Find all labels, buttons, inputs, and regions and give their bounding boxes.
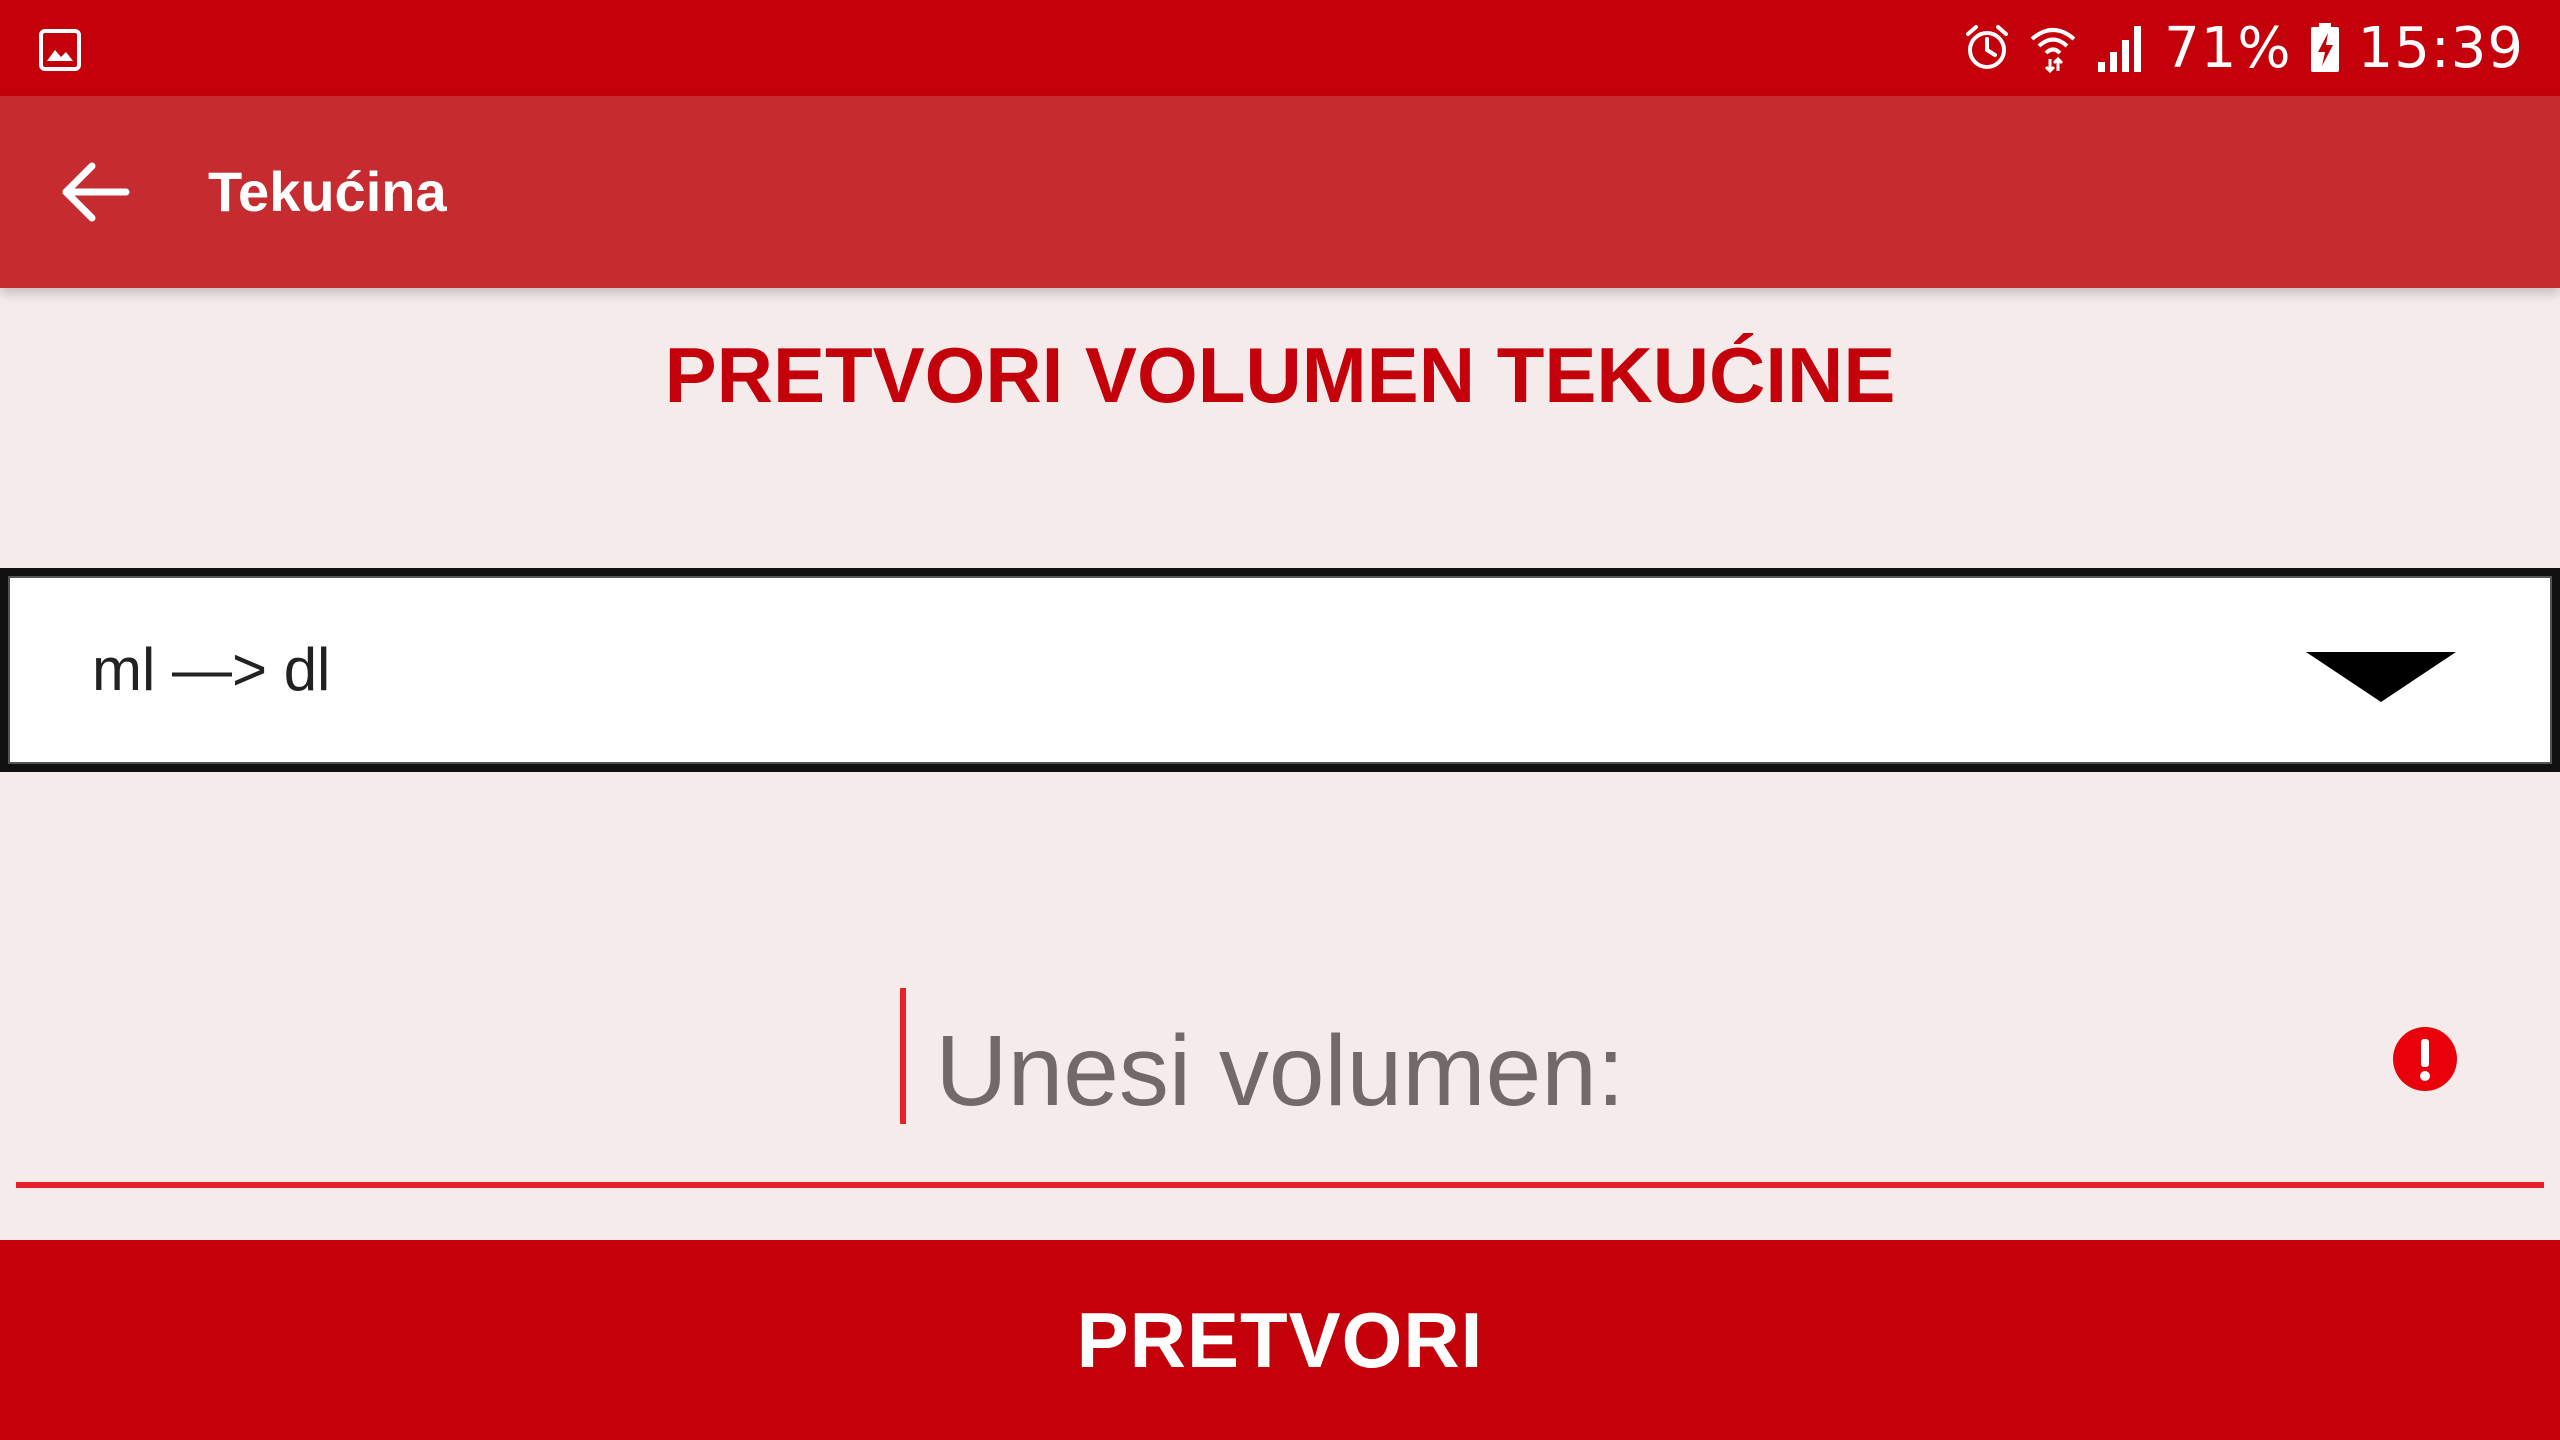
arrow-left-icon (62, 162, 130, 222)
app-bar: Tekućina (0, 96, 2560, 288)
status-time: 15:39 (2357, 15, 2524, 81)
error-icon (2393, 1027, 2457, 1091)
input-underline (16, 1182, 2544, 1188)
spinner-selected-value: ml —> dl (92, 636, 331, 703)
wifi-icon (2028, 23, 2078, 73)
back-button[interactable] (50, 152, 140, 232)
alarm-icon (1964, 24, 2010, 72)
signal-icon (2096, 24, 2146, 72)
volume-input[interactable] (16, 960, 2544, 1182)
convert-button[interactable]: PRETVORI (0, 1240, 2560, 1440)
page-heading: PRETVORI VOLUMEN TEKUĆINE (664, 331, 1896, 419)
gallery-notification-icon (38, 28, 82, 72)
battery-charging-icon (2310, 23, 2340, 73)
text-cursor (900, 988, 906, 1124)
app-title: Tekućina (208, 160, 447, 223)
status-bar: 71% 15:39 (0, 0, 2560, 96)
triangle-down-icon (2306, 652, 2456, 702)
status-icons: 71% 15:39 (1964, 0, 2524, 96)
conversion-spinner[interactable]: ml —> dl (0, 568, 2560, 772)
battery-percent: 71% (2164, 15, 2292, 81)
volume-input-container (16, 960, 2544, 1192)
